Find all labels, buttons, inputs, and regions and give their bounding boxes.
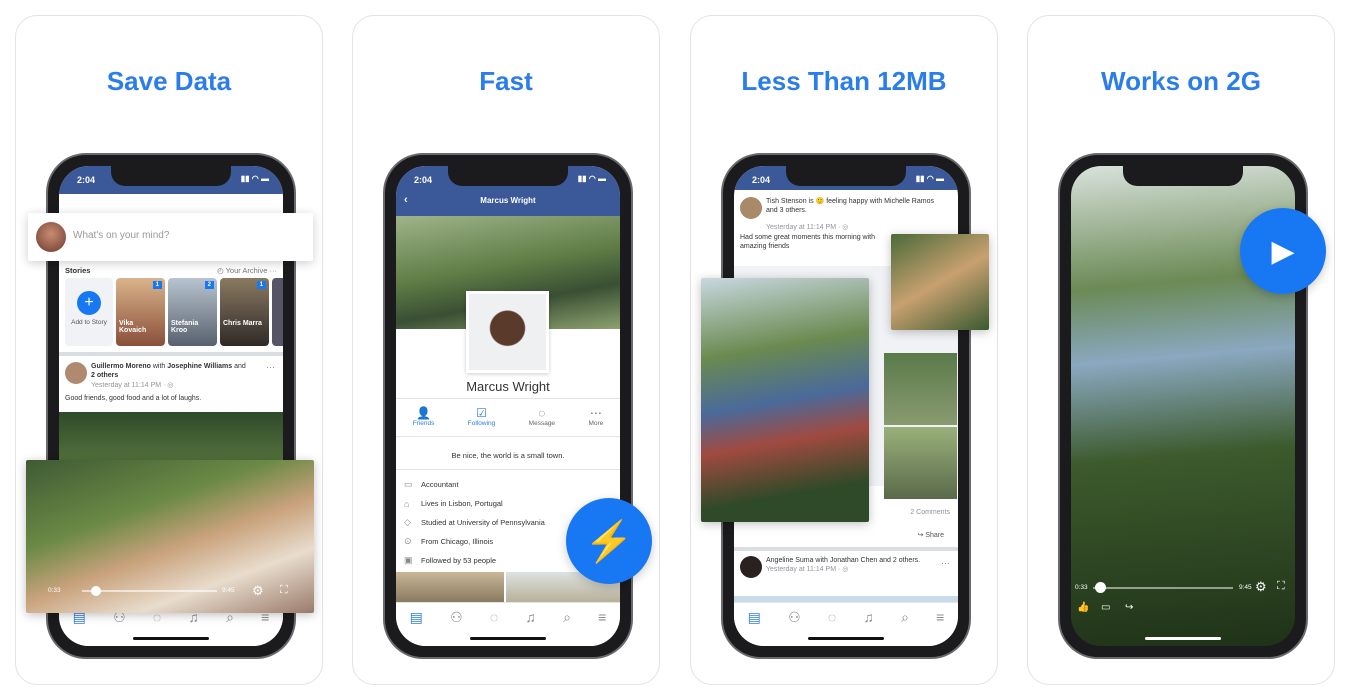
card-save-data: Save Data 2:04 ▮▮ ◠ ▬ Stories ◴ Your Arch… <box>15 15 323 685</box>
card-less-than-12mb: Less Than 12MB 2:04 ▮▮ ◠ ▬ Tish Stenson i… <box>690 15 998 685</box>
message-button[interactable]: ◌ Message <box>529 406 555 427</box>
card-works-on-2g: Works on 2G 0:33 9:45 ⚙ ⛶ 👍 ▭ ↪ ▶ <box>1027 15 1335 685</box>
fullscreen-icon[interactable]: ⛶ <box>280 584 288 597</box>
info-work: ▭ Accountant <box>404 479 459 489</box>
followers-icon: ▣ <box>404 555 413 565</box>
comments-count[interactable]: 2 Comments <box>910 508 950 517</box>
post-header: Angeline Suma with Jonathan Chen and 2 o… <box>766 557 921 574</box>
video-progress-track[interactable] <box>1093 587 1233 589</box>
stories-label: Stories <box>65 266 91 275</box>
location-pin-icon: ⊙ <box>404 536 412 546</box>
menu-tab-icon[interactable]: ≡ <box>598 609 606 646</box>
lightning-icon: ⚡ <box>566 498 652 584</box>
add-story-button[interactable]: + Add to Story <box>65 278 113 346</box>
messenger-tab-icon[interactable]: ◌ <box>490 609 498 646</box>
friends-button[interactable]: 👤 Friends <box>413 406 435 427</box>
play-icon[interactable]: ▶ <box>1240 208 1326 294</box>
friends-tab-icon[interactable]: ⚇ <box>450 609 463 646</box>
video-player[interactable]: 0:33 9:45 ⚙ ⛶ <box>26 460 314 613</box>
signal-wifi-battery-icon: ▮▮ ◠ ▬ <box>577 174 606 183</box>
post-header: Guillermo Moreno with Josephine Williams… <box>91 363 246 389</box>
composer-input[interactable]: What's on your mind? <box>28 213 313 261</box>
signal-wifi-battery-icon: ▮▮ ◠ ▬ <box>915 174 944 183</box>
post-text: Had some great moments this morning with… <box>740 234 875 251</box>
header-title: Marcus Wright <box>480 196 536 205</box>
friends-tab-icon[interactable]: ⚇ <box>788 609 801 646</box>
post-timestamp: Yesterday at 11:14 PM · ◎ <box>766 224 849 231</box>
more-options-icon[interactable]: ··· <box>941 558 950 568</box>
video-duration: 9:45 <box>222 587 235 594</box>
status-time: 2:04 <box>77 175 96 185</box>
fullscreen-icon[interactable]: ⛶ <box>1277 580 1285 593</box>
friends-icon: 👤 <box>416 406 432 420</box>
card-title: Save Data <box>106 66 232 96</box>
settings-gear-icon[interactable]: ⚙ <box>1255 579 1267 595</box>
card-title: Fast <box>479 66 533 96</box>
signal-wifi-battery-icon: ▮▮ ◠ ▬ <box>240 174 269 183</box>
bio: Be nice, the world is a small town. <box>451 451 565 460</box>
share-button[interactable]: ↪ Share <box>918 531 945 540</box>
archive-link[interactable]: Your Archive <box>226 266 268 275</box>
post-header: Tish Stenson is 🙂 feeling happy with Mic… <box>766 198 934 215</box>
settings-gear-icon[interactable]: ⚙ <box>252 583 264 599</box>
video-progress-track[interactable] <box>82 590 217 592</box>
video-duration: 9:45 <box>1239 584 1252 591</box>
phone-frame: 2:04 ▮▮ ◠ ▬ ‹ Marcus Wright Marcus Wright… <box>383 153 633 659</box>
stories-header: Stories ◴ Your Archive ··· <box>65 266 277 275</box>
video-elapsed: 0:33 <box>48 587 61 594</box>
menu-tab-icon[interactable]: ≡ <box>261 609 269 646</box>
more-options-icon[interactable]: ··· <box>266 362 275 372</box>
following-button[interactable]: ☑ Following <box>468 406 495 427</box>
status-time: 2:04 <box>414 175 433 185</box>
notifications-tab-icon[interactable]: ♫ <box>863 609 874 646</box>
story-item[interactable]: Vika Kovaich 1 <box>116 278 165 346</box>
garden-photo-large[interactable] <box>701 278 869 522</box>
photo-thumbnail[interactable] <box>884 353 957 425</box>
photo-thumbnail[interactable] <box>884 427 957 499</box>
news-feed-tab-icon[interactable]: ▤ <box>73 609 86 646</box>
like-icon[interactable]: 👍 <box>1077 602 1089 613</box>
story-item[interactable]: Chris Marra 1 <box>220 278 269 346</box>
more-button[interactable]: ⋯ More <box>588 406 603 427</box>
video-scrubber-handle[interactable] <box>1095 582 1106 593</box>
user-avatar <box>36 222 66 252</box>
notifications-tab-icon[interactable]: ♫ <box>525 609 536 646</box>
comment-icon[interactable]: ▭ <box>1101 602 1110 613</box>
card-title: Works on 2G <box>1101 66 1261 96</box>
messenger-tab-icon[interactable]: ◌ <box>153 609 161 646</box>
messenger-icon: ◌ <box>538 406 546 420</box>
card-title: Less Than 12MB <box>741 66 947 96</box>
post-text: Good friends, good food and a lot of lau… <box>65 395 202 402</box>
avatar[interactable] <box>740 556 762 578</box>
home-icon: ⌂ <box>404 498 410 509</box>
news-feed-tab-icon[interactable]: ▤ <box>748 609 761 646</box>
friends-tab-icon[interactable]: ⚇ <box>113 609 126 646</box>
add-story-label: Add to Story <box>71 319 107 326</box>
share-icon[interactable]: ↪ <box>1125 602 1133 613</box>
briefcase-icon: ▭ <box>404 479 413 489</box>
menu-tab-icon[interactable]: ≡ <box>936 609 944 646</box>
notifications-tab-icon[interactable]: ♫ <box>188 609 199 646</box>
search-tab-icon[interactable]: ⌕ <box>226 609 234 646</box>
profile-name: Marcus Wright <box>466 379 550 394</box>
search-tab-icon[interactable]: ⌕ <box>901 609 909 646</box>
news-feed-tab-icon[interactable]: ▤ <box>410 609 423 646</box>
avatar[interactable] <box>740 197 762 219</box>
status-time: 2:04 <box>752 175 771 185</box>
profile-picture[interactable] <box>466 291 549 373</box>
more-icon: ⋯ <box>589 406 602 420</box>
card-fast: Fast 2:04 ▮▮ ◠ ▬ ‹ Marcus Wright Marcus W… <box>352 15 660 685</box>
plus-icon: + <box>77 291 101 315</box>
video-scrubber-handle[interactable] <box>90 586 101 596</box>
messenger-tab-icon[interactable]: ◌ <box>828 609 836 646</box>
avatar[interactable] <box>65 362 87 384</box>
composer-placeholder: What's on your mind? <box>73 230 170 241</box>
garden-photo-small[interactable] <box>891 234 989 330</box>
archive-icon: ◴ <box>217 266 226 275</box>
following-check-icon: ☑ <box>476 406 487 420</box>
search-tab-icon[interactable]: ⌕ <box>563 609 571 646</box>
video-elapsed: 0:33 <box>1075 584 1088 591</box>
story-item[interactable]: Stefania Kroo 2 <box>168 278 217 346</box>
graduation-cap-icon: ◇ <box>404 517 411 527</box>
